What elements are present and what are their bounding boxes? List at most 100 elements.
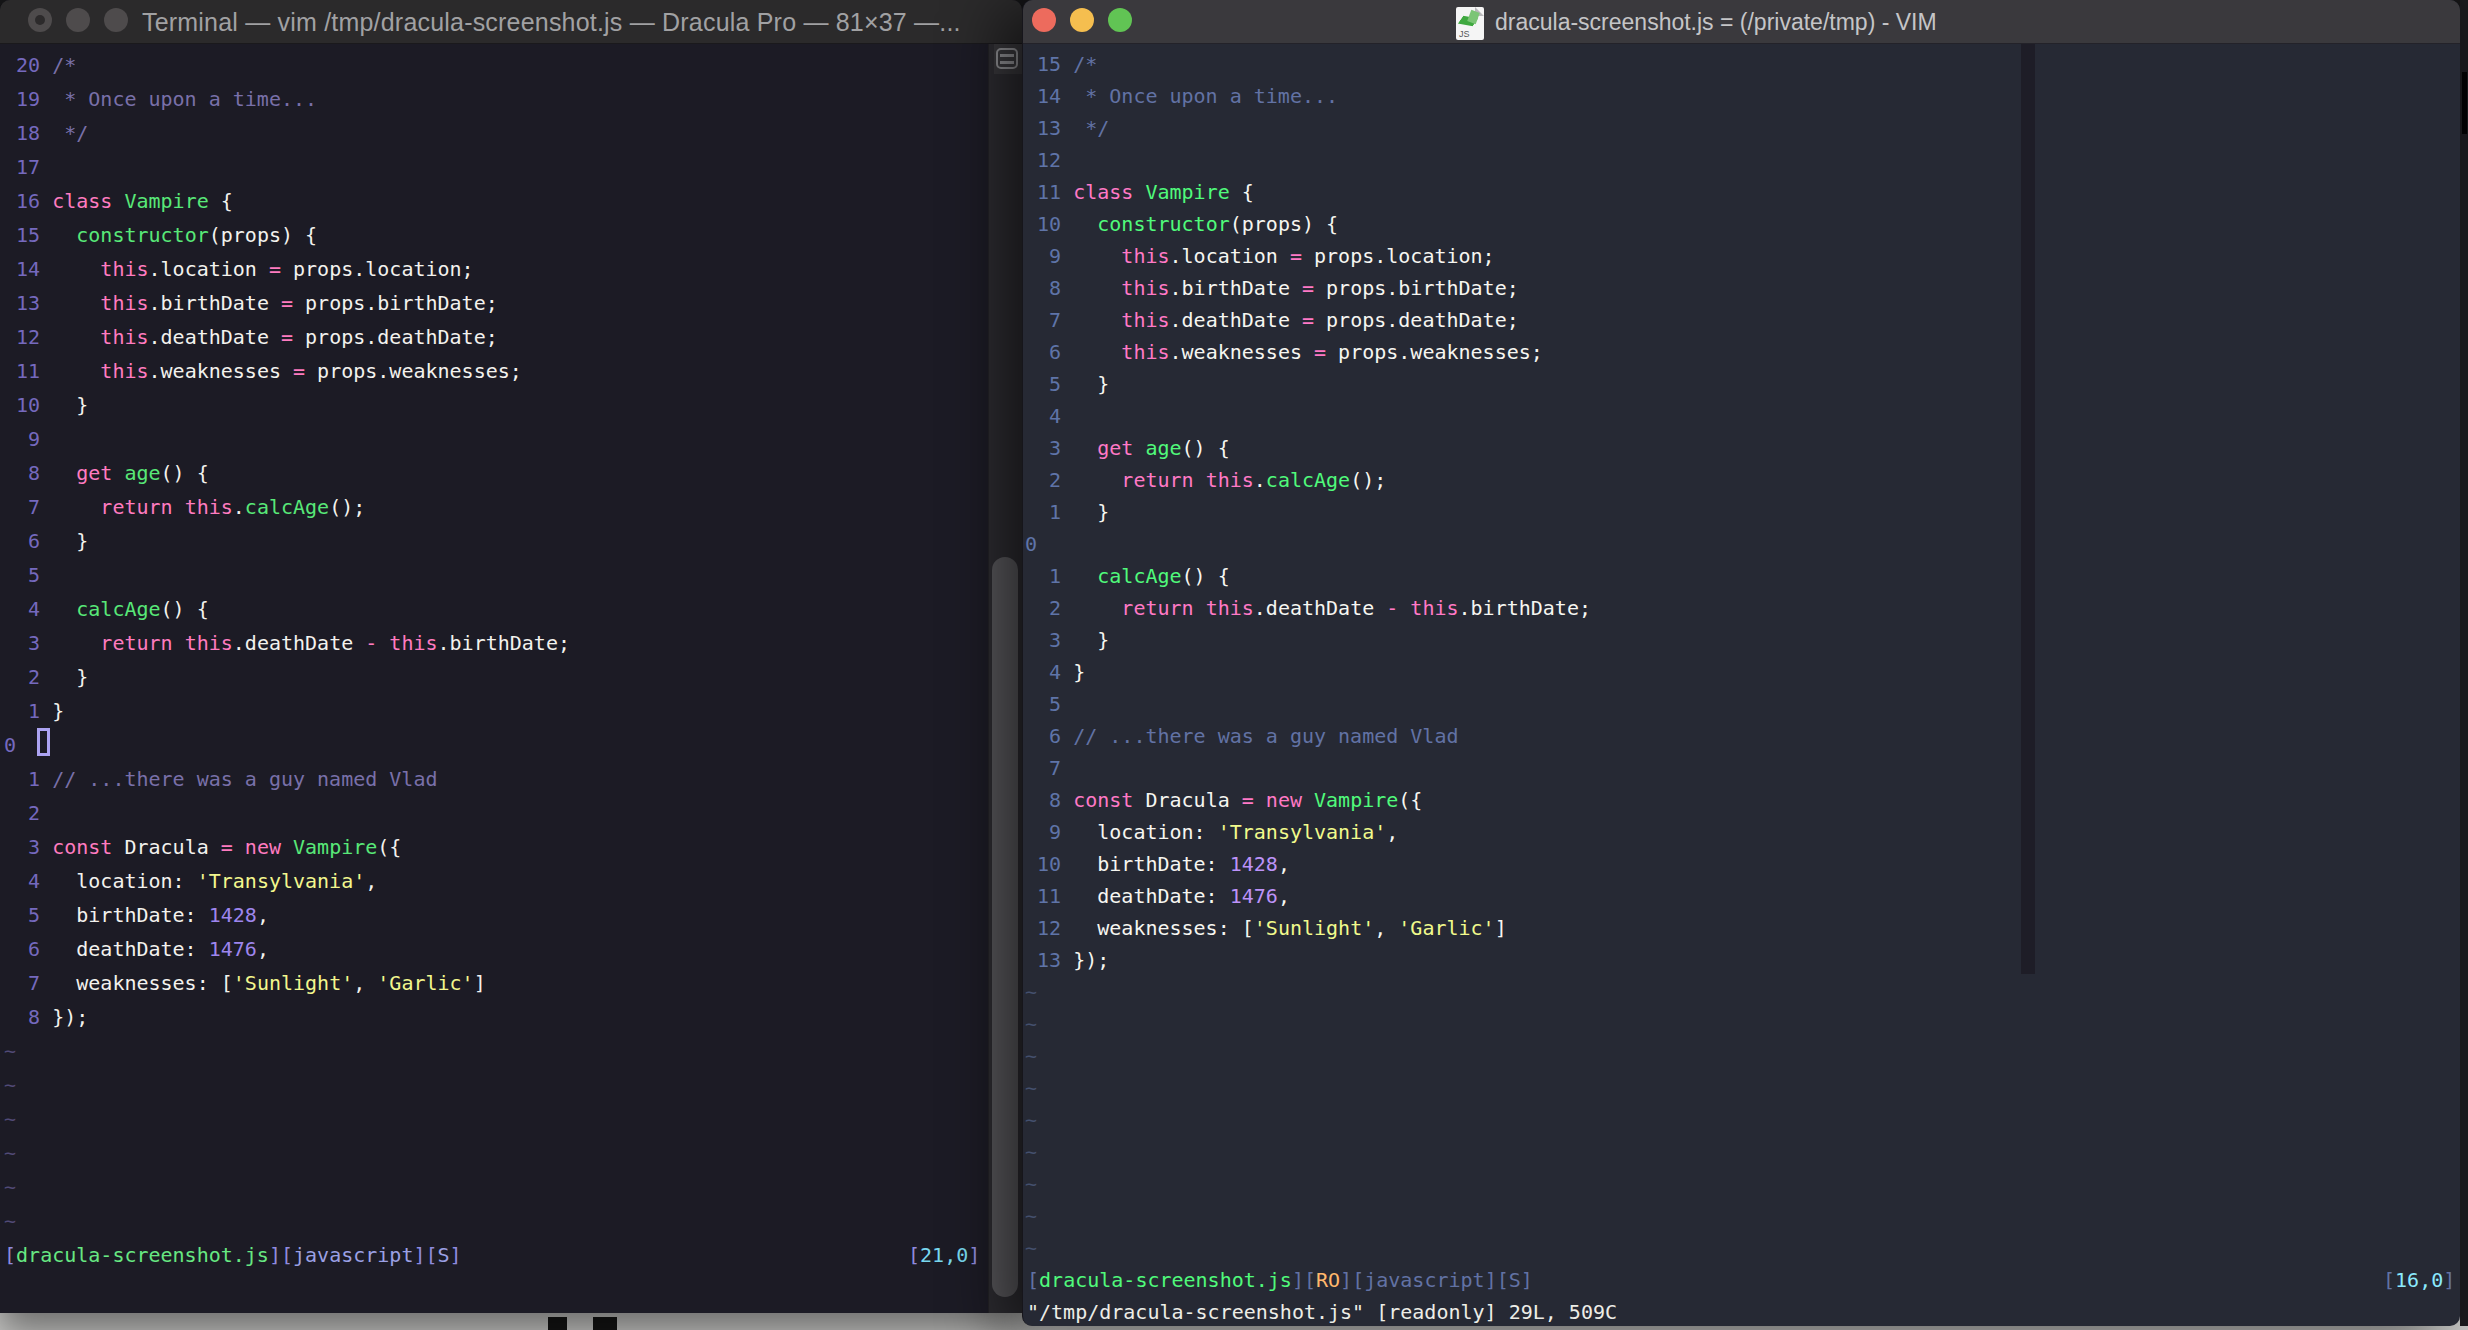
vim-titlebar[interactable]: JS dracula-screenshot.js = (/private/tmp… bbox=[1023, 0, 2460, 44]
code-line: 1 calcAge() { bbox=[1025, 560, 1591, 592]
vim-statusline: [dracula-screenshot.js][javascript][S] bbox=[4, 1238, 462, 1272]
code-line: 2 return this.deathDate - this.birthDate… bbox=[1025, 592, 1591, 624]
tilde-line: ~ bbox=[1025, 976, 1591, 1008]
code-line: 5 bbox=[1025, 688, 1591, 720]
tilde-line: ~ bbox=[4, 1102, 570, 1136]
code-line: 3 return this.deathDate - this.birthDate… bbox=[4, 626, 570, 660]
code-line: 7 bbox=[1025, 752, 1591, 784]
code-line: 7 return this.calcAge(); bbox=[4, 490, 570, 524]
code-line: 12 this.deathDate = props.deathDate; bbox=[4, 320, 570, 354]
code-line: 10 constructor(props) { bbox=[1025, 208, 1591, 240]
code-line: 13 }); bbox=[1025, 944, 1591, 976]
code-line: 11 this.weaknesses = props.weaknesses; bbox=[4, 354, 570, 388]
code-line: 10 birthDate: 1428, bbox=[1025, 848, 1591, 880]
zoom-button[interactable] bbox=[1108, 8, 1132, 32]
tilde-line: ~ bbox=[4, 1136, 570, 1170]
tilde-line: ~ bbox=[1025, 1200, 1591, 1232]
vim-window: JS dracula-screenshot.js = (/private/tmp… bbox=[1022, 0, 2460, 1326]
code-line: 11 deathDate: 1476, bbox=[1025, 880, 1591, 912]
code-line: 11 class Vampire { bbox=[1025, 176, 1591, 208]
tilde-line: ~ bbox=[1025, 1168, 1591, 1200]
code-line: 20 /* bbox=[4, 48, 570, 82]
background-right-edge bbox=[2460, 0, 2468, 1326]
code-line: 3 } bbox=[1025, 624, 1591, 656]
code-line: 6 this.weaknesses = props.weaknesses; bbox=[1025, 336, 1591, 368]
code-line: 8 }); bbox=[4, 1000, 570, 1034]
code-line: 0 bbox=[4, 728, 570, 762]
tilde-line: ~ bbox=[4, 1204, 570, 1238]
code-line: 5 birthDate: 1428, bbox=[4, 898, 570, 932]
code-line: 7 this.deathDate = props.deathDate; bbox=[1025, 304, 1591, 336]
code-line: 13 */ bbox=[1025, 112, 1591, 144]
code-line: 4 } bbox=[1025, 656, 1591, 688]
code-line: 0 bbox=[1025, 528, 1591, 560]
code-line: 18 */ bbox=[4, 116, 570, 150]
code-line: 12 bbox=[1025, 144, 1591, 176]
code-line: 1 } bbox=[4, 694, 570, 728]
code-line: 12 weaknesses: ['Sunlight', 'Garlic'] bbox=[1025, 912, 1591, 944]
code-area[interactable]: 15 /* 14 * Once upon a time... 13 */ 12 … bbox=[1025, 48, 1591, 1264]
tilde-line: ~ bbox=[1025, 1104, 1591, 1136]
tilde-line: ~ bbox=[1025, 1008, 1591, 1040]
code-line: 8 this.birthDate = props.birthDate; bbox=[1025, 272, 1591, 304]
vim-ruler: [21,0] bbox=[908, 1238, 980, 1272]
tilde-line: ~ bbox=[4, 1170, 570, 1204]
window-title: dracula-screenshot.js = (/private/tmp) -… bbox=[1495, 0, 1937, 44]
minimize-button[interactable] bbox=[1070, 8, 1094, 32]
zoom-button[interactable] bbox=[104, 8, 128, 32]
code-line: 2 bbox=[4, 796, 570, 830]
code-line: 10 } bbox=[4, 388, 570, 422]
code-line: 13 this.birthDate = props.birthDate; bbox=[4, 286, 570, 320]
tilde-line: ~ bbox=[1025, 1232, 1591, 1264]
close-button[interactable] bbox=[28, 8, 52, 32]
terminal-titlebar[interactable]: Terminal — vim /tmp/dracula-screenshot.j… bbox=[0, 0, 1022, 44]
scrollbar-thumb[interactable] bbox=[992, 557, 1018, 1297]
code-line: 3 const Dracula = new Vampire({ bbox=[4, 830, 570, 864]
code-line: 14 * Once upon a time... bbox=[1025, 80, 1591, 112]
javascript-file-icon: JS bbox=[1456, 7, 1484, 40]
code-line: 2 } bbox=[4, 660, 570, 694]
code-line: 1 } bbox=[1025, 496, 1591, 528]
code-line: 3 get age() { bbox=[1025, 432, 1591, 464]
background-text-fragment bbox=[548, 1317, 567, 1330]
code-line: 4 calcAge() { bbox=[4, 592, 570, 626]
code-line: 1 // ...there was a guy named Vlad bbox=[4, 762, 570, 796]
window-title: Terminal — vim /tmp/dracula-screenshot.j… bbox=[142, 0, 961, 44]
scrollbar-track[interactable] bbox=[2021, 44, 2035, 974]
tilde-line: ~ bbox=[1025, 1072, 1591, 1104]
code-line: 6 // ...there was a guy named Vlad bbox=[1025, 720, 1591, 752]
code-line: 9 location: 'Transylvania', bbox=[1025, 816, 1591, 848]
code-line: 14 this.location = props.location; bbox=[4, 252, 570, 286]
background-text-fragment bbox=[593, 1317, 617, 1330]
code-area[interactable]: 20 /* 19 * Once upon a time... 18 */ 17 … bbox=[4, 48, 570, 1238]
terminal-window: Terminal — vim /tmp/dracula-screenshot.j… bbox=[0, 0, 1022, 1313]
code-line: 8 get age() { bbox=[4, 456, 570, 490]
vim-commandline: "/tmp/dracula-screenshot.js" [readonly] … bbox=[1027, 1296, 1617, 1328]
code-line: 6 deathDate: 1476, bbox=[4, 932, 570, 966]
code-line: 2 return this.calcAge(); bbox=[1025, 464, 1591, 496]
code-line: 19 * Once upon a time... bbox=[4, 82, 570, 116]
background-window-sliver bbox=[2462, 72, 2467, 134]
code-line: 17 bbox=[4, 150, 570, 184]
vim-ruler: [16,0] bbox=[2383, 1264, 2455, 1296]
minimize-button[interactable] bbox=[66, 8, 90, 32]
code-line: 16 class Vampire { bbox=[4, 184, 570, 218]
tilde-line: ~ bbox=[4, 1068, 570, 1102]
code-line: 15 /* bbox=[1025, 48, 1591, 80]
code-line: 5 bbox=[4, 558, 570, 592]
code-line: 9 this.location = props.location; bbox=[1025, 240, 1591, 272]
unsaved-dot-icon bbox=[35, 15, 45, 25]
code-line: 15 constructor(props) { bbox=[4, 218, 570, 252]
code-line: 4 location: 'Transylvania', bbox=[4, 864, 570, 898]
tilde-line: ~ bbox=[1025, 1040, 1591, 1072]
tilde-line: ~ bbox=[1025, 1136, 1591, 1168]
code-line: 6 } bbox=[4, 524, 570, 558]
code-line: 4 bbox=[1025, 400, 1591, 432]
split-pane-icon[interactable] bbox=[996, 48, 1018, 69]
vim-statusline: [dracula-screenshot.js][RO][javascript][… bbox=[1027, 1264, 1533, 1296]
tilde-line: ~ bbox=[4, 1034, 570, 1068]
code-line: 8 const Dracula = new Vampire({ bbox=[1025, 784, 1591, 816]
code-line: 5 } bbox=[1025, 368, 1591, 400]
code-line: 7 weaknesses: ['Sunlight', 'Garlic'] bbox=[4, 966, 570, 1000]
close-button[interactable] bbox=[1032, 8, 1056, 32]
